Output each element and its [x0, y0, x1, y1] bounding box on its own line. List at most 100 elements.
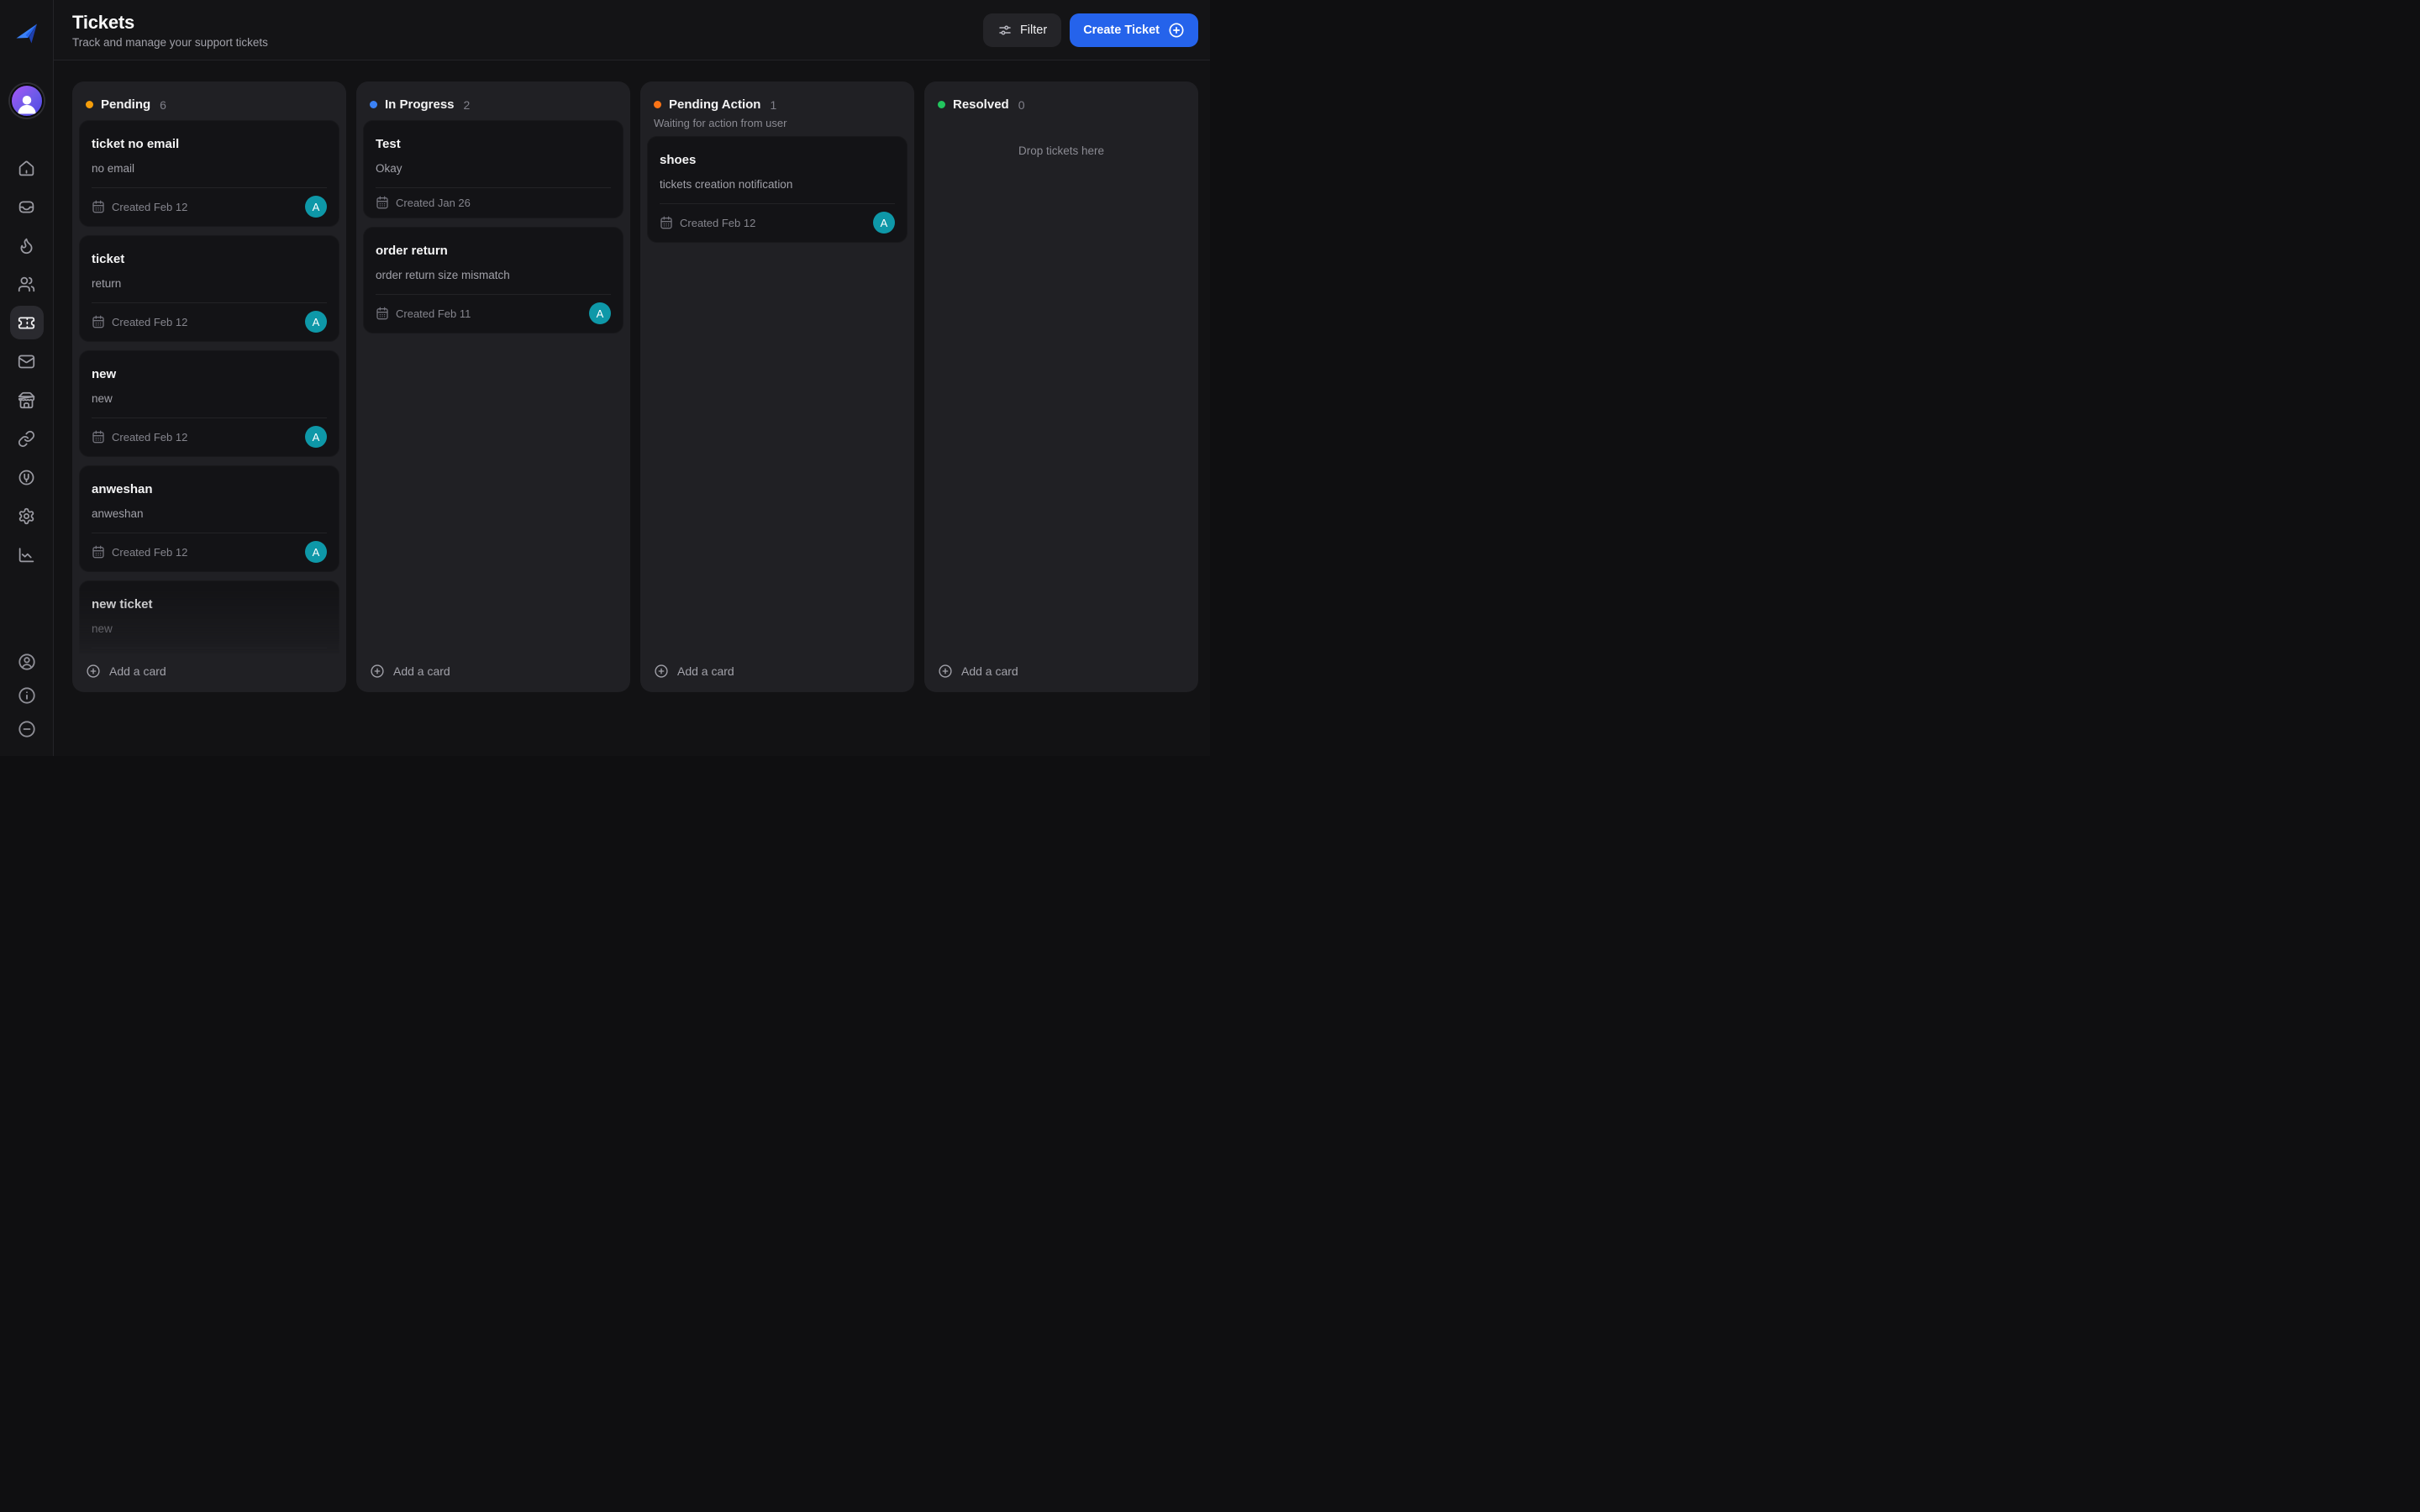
- add-card-button[interactable]: Add a card: [79, 654, 339, 687]
- ticket-card[interactable]: ticket no email no email Created Feb 12 …: [79, 120, 339, 227]
- sidebar-item-store[interactable]: [10, 383, 44, 417]
- assignee-avatar[interactable]: A: [305, 311, 327, 333]
- sidebar-footer-account[interactable]: [17, 652, 37, 672]
- add-card-label: Add a card: [393, 664, 450, 678]
- ticket-title: new ticket: [92, 597, 153, 612]
- column-status-dot: [86, 101, 93, 108]
- drop-zone: Drop tickets here: [1018, 144, 1105, 157]
- add-card-button[interactable]: Add a card: [931, 654, 1192, 687]
- create-ticket-button[interactable]: Create Ticket: [1070, 13, 1198, 47]
- add-card-button[interactable]: Add a card: [647, 654, 908, 687]
- calendar-icon: [92, 545, 105, 559]
- mail-icon: [18, 353, 35, 370]
- ticket-title: ticket: [92, 252, 125, 266]
- add-card-label: Add a card: [961, 664, 1018, 678]
- column-header: Pending 6: [79, 87, 339, 120]
- ticket-description: anweshan: [92, 507, 144, 520]
- page-heading: Tickets Track and manage your support ti…: [72, 12, 268, 49]
- ticket-card[interactable]: ticket return Created Feb 12 A: [79, 235, 339, 342]
- circle-plus-icon: [939, 664, 952, 678]
- settings-icon: [18, 507, 35, 525]
- sidebar-item-email[interactable]: [10, 344, 44, 378]
- plug-icon: [18, 469, 35, 486]
- card-footer: Created Feb 12 A: [92, 311, 327, 333]
- ticket-card[interactable]: anweshan anweshan Created Feb 12 A: [79, 465, 339, 572]
- ticket-created-date: Created Feb 12: [112, 200, 188, 213]
- column-header: Pending Action 1: [647, 87, 908, 120]
- column-count: 2: [463, 97, 471, 112]
- card-footer: Created Feb 12 A: [660, 212, 895, 234]
- calendar-icon: [92, 430, 105, 444]
- card-divider: [92, 187, 327, 188]
- sidebar-item-integrations[interactable]: [10, 460, 44, 494]
- ticket-created-date: Created Jan 26: [396, 196, 471, 209]
- column-count: 6: [160, 97, 166, 112]
- sidebar-item-settings[interactable]: [10, 499, 44, 533]
- circle-plus-icon: [1169, 23, 1184, 37]
- card-divider: [92, 417, 327, 418]
- sidebar-item-inbox[interactable]: [10, 190, 44, 223]
- filter-button[interactable]: Filter: [982, 13, 1062, 47]
- circle-user-icon: [18, 653, 36, 671]
- column-status-dot: [370, 101, 377, 108]
- flame-icon: [18, 237, 35, 255]
- ticket-description: new: [92, 392, 113, 405]
- column-title: Pending: [101, 97, 151, 112]
- ticket-description: order return size mismatch: [376, 269, 510, 281]
- ticket-title: Test: [376, 137, 401, 151]
- column-title: In Progress: [385, 97, 455, 112]
- sidebar-footer: [17, 652, 37, 739]
- circle-plus-icon: [87, 664, 100, 678]
- column-title: Resolved: [953, 97, 1009, 112]
- card-footer: Created Jan 26: [376, 196, 611, 209]
- column-card-list: Drop tickets here: [931, 120, 1192, 654]
- column-resolved: Resolved 0 Drop tickets here Add a card: [924, 81, 1198, 692]
- assignee-avatar[interactable]: A: [305, 541, 327, 563]
- assignee-avatar[interactable]: A: [589, 302, 611, 324]
- sidebar-item-activity[interactable]: [10, 228, 44, 262]
- page-title: Tickets: [72, 11, 135, 33]
- column-pending: Pending 6 ticket no email no email Creat…: [72, 81, 346, 692]
- ticket-card[interactable]: Test Okay Created Jan 26: [363, 120, 623, 218]
- app-logo-icon: [13, 20, 41, 49]
- column-card-list: ticket no email no email Created Feb 12 …: [79, 120, 339, 654]
- ticket-card[interactable]: new ticket new Created Feb 12 A: [79, 580, 339, 654]
- sidebar-item-links[interactable]: [10, 422, 44, 455]
- sidebar-item-home[interactable]: [10, 151, 44, 185]
- calendar-icon: [376, 307, 389, 320]
- card-divider: [92, 302, 327, 303]
- ticket-card[interactable]: shoes tickets creation notification Crea…: [647, 136, 908, 243]
- info-icon: [18, 686, 36, 705]
- add-card-button[interactable]: Add a card: [363, 654, 623, 687]
- app-root: Tickets Track and manage your support ti…: [0, 0, 1210, 756]
- column-header: In Progress 2: [363, 87, 623, 120]
- sidebar-item-analytics[interactable]: [10, 538, 44, 571]
- column-card-list: Test Okay Created Jan 26 order return or…: [363, 120, 623, 654]
- sidebar-item-tickets[interactable]: [9, 306, 44, 339]
- ticket-description: Okay: [376, 162, 402, 175]
- assignee-avatar[interactable]: A: [305, 196, 327, 218]
- user-icon: [17, 96, 36, 114]
- link-icon: [18, 430, 35, 448]
- workspace-avatar[interactable]: [9, 84, 44, 118]
- home-icon: [18, 160, 35, 177]
- circle-plus-icon: [655, 664, 668, 678]
- ticket-created-date: Created Feb 11: [396, 307, 471, 320]
- assignee-avatar[interactable]: A: [305, 426, 327, 448]
- calendar-icon: [660, 216, 673, 229]
- chart-line-icon: [18, 546, 35, 564]
- calendar-icon: [92, 315, 105, 328]
- ticket-card[interactable]: order return order return size mismatch …: [363, 227, 623, 333]
- sidebar-item-customers[interactable]: [10, 267, 44, 301]
- calendar-icon: [92, 200, 105, 213]
- ticket-title: new: [92, 367, 117, 381]
- ticket-card[interactable]: new new Created Feb 12 A: [79, 350, 339, 457]
- card-footer: Created Feb 12 A: [92, 541, 327, 563]
- sidebar-footer-info[interactable]: [17, 685, 37, 706]
- sidebar-footer-collapse[interactable]: [17, 719, 37, 739]
- column-card-list: shoes tickets creation notification Crea…: [647, 136, 908, 654]
- header-actions: Filter Create Ticket: [982, 13, 1198, 47]
- card-divider: [376, 187, 611, 188]
- assignee-avatar[interactable]: A: [873, 212, 895, 234]
- ticket-title: shoes: [660, 153, 697, 167]
